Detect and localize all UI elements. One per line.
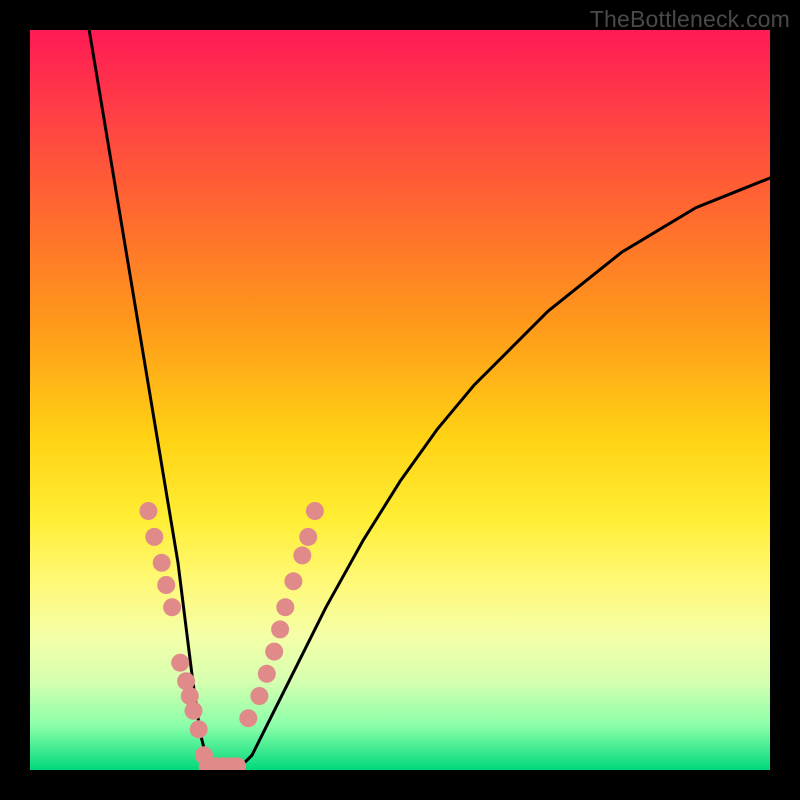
data-point — [271, 620, 289, 638]
data-point — [190, 720, 208, 738]
plot-area — [30, 30, 770, 770]
data-point — [239, 709, 257, 727]
data-point — [185, 702, 203, 720]
data-point — [153, 554, 171, 572]
data-point — [306, 502, 324, 520]
data-point — [163, 598, 181, 616]
chart-svg — [30, 30, 770, 770]
data-point — [157, 576, 175, 594]
bottleneck-curve — [89, 30, 770, 770]
data-point — [293, 546, 311, 564]
data-point — [258, 665, 276, 683]
data-point — [250, 687, 268, 705]
curve-path — [89, 30, 770, 770]
data-point — [171, 654, 189, 672]
data-point — [145, 528, 163, 546]
watermark-text: TheBottleneck.com — [590, 6, 790, 33]
data-point — [139, 502, 157, 520]
data-point — [276, 598, 294, 616]
chart-container: TheBottleneck.com — [0, 0, 800, 800]
data-point — [299, 528, 317, 546]
data-point — [265, 643, 283, 661]
data-point-markers — [139, 502, 324, 770]
data-point — [284, 572, 302, 590]
